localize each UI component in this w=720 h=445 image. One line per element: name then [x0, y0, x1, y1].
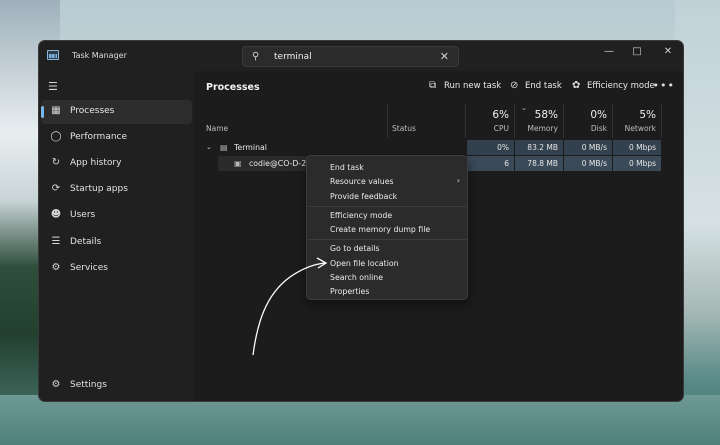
sort-chevron-icon: ⌄: [521, 104, 527, 112]
column-header-status[interactable]: Status: [392, 104, 462, 138]
search-input[interactable]: terminal: [274, 52, 312, 62]
end-task-label: End task: [525, 81, 562, 91]
sidebar-item-settings[interactable]: ⚙ Settings: [41, 374, 192, 398]
startup-icon: ⟳: [51, 183, 61, 194]
memory-label: Memory: [527, 124, 558, 133]
minimize-button[interactable]: —: [599, 44, 619, 60]
details-icon: ☰: [51, 236, 61, 247]
toolbar: Processes ⧉ Run new task ⊘ End task ✿ Ef…: [194, 71, 683, 103]
menu-item-provide-feedback[interactable]: Provide feedback: [330, 192, 397, 201]
menu-divider: [308, 239, 468, 240]
run-new-task-label: Run new task: [444, 81, 502, 91]
menu-item-properties[interactable]: Properties: [330, 287, 369, 296]
sidebar-item-app-history[interactable]: ↻ App history: [41, 152, 192, 176]
sidebar-item-label: Users: [70, 210, 96, 220]
column-header-network[interactable]: 5% Network: [613, 104, 661, 138]
sidebar-item-label: Services: [70, 263, 108, 273]
network-value: 0 Mbps: [613, 140, 661, 155]
table-row[interactable]: ⌄ ▤ Terminal 0% 83.2 MB 0 MB/s 0 Mbps: [194, 140, 683, 155]
sidebar-item-processes[interactable]: ▦ Processes: [41, 100, 192, 124]
cpu-total: 6%: [492, 109, 509, 121]
title-bar: Task Manager ⚲ terminal ✕ — □ ✕: [39, 41, 683, 71]
sidebar-item-performance[interactable]: ◯ Performance: [41, 126, 192, 150]
menu-item-open-file-location[interactable]: Open file location: [330, 259, 399, 268]
search-box[interactable]: ⚲ terminal ✕: [242, 46, 459, 67]
performance-icon: ◯: [50, 131, 62, 142]
network-label: Network: [624, 124, 656, 133]
menu-item-end-task[interactable]: End task: [330, 163, 364, 172]
clear-search-icon[interactable]: ✕: [440, 50, 449, 63]
context-menu: End task Resource values › Provide feedb…: [306, 155, 468, 300]
network-value: 0 Mbps: [613, 156, 661, 171]
maximize-button[interactable]: □: [627, 44, 647, 60]
memory-value: 78.8 MB: [515, 156, 563, 171]
services-icon: ⚙: [51, 262, 61, 273]
column-header-memory[interactable]: ⌄ 58% Memory: [515, 104, 563, 138]
cpu-value: 0%: [467, 140, 514, 155]
task-manager-app-icon: [47, 50, 59, 60]
sidebar-item-services[interactable]: ⚙ Services: [41, 257, 192, 281]
window-title: Task Manager: [72, 51, 127, 60]
end-task-button[interactable]: ⊘ End task: [510, 80, 566, 94]
search-icon: ⚲: [252, 51, 260, 62]
sidebar-item-label: Details: [70, 237, 102, 247]
sidebar-item-label: Settings: [70, 380, 107, 390]
menu-item-go-to-details[interactable]: Go to details: [330, 244, 380, 253]
run-new-task-button[interactable]: ⧉ Run new task: [429, 80, 504, 94]
sidebar-item-label: Startup apps: [70, 184, 128, 194]
efficiency-mode-button[interactable]: ✿ Efficiency mode: [572, 80, 662, 94]
chevron-right-icon: ›: [456, 176, 460, 185]
disk-value: 0 MB/s: [564, 140, 612, 155]
menu-divider: [308, 206, 468, 207]
menu-item-create-memory-dump[interactable]: Create memory dump file: [330, 225, 430, 234]
close-button[interactable]: ✕: [658, 44, 678, 60]
cpu-value: 6: [467, 156, 514, 171]
process-name: Terminal: [234, 143, 267, 152]
terminal-app-icon: ▤: [220, 143, 228, 152]
menu-item-search-online[interactable]: Search online: [330, 273, 383, 282]
column-header-disk[interactable]: 0% Disk: [564, 104, 612, 138]
users-icon: ☻: [50, 209, 62, 220]
annotation-arrow: [252, 257, 328, 356]
disk-label: Disk: [590, 124, 607, 133]
more-options-icon[interactable]: •••: [653, 79, 675, 92]
column-header-cpu[interactable]: 6% CPU: [466, 104, 514, 138]
run-task-icon: ⧉: [429, 80, 437, 91]
column-status-label: Status: [392, 124, 416, 133]
sidebar-item-label: Performance: [70, 132, 128, 142]
gear-icon: ⚙: [51, 379, 61, 390]
page-title: Processes: [206, 82, 260, 93]
history-icon: ↻: [51, 157, 61, 168]
sidebar-item-label: Processes: [70, 106, 115, 116]
process-name: codie@CO-D-2N: [249, 159, 312, 168]
sidebar-item-label: App history: [70, 158, 122, 168]
column-divider: [387, 104, 388, 138]
arrow-line: [252, 262, 326, 356]
disk-total: 0%: [590, 109, 607, 121]
column-divider: [661, 104, 662, 138]
sidebar: ☰ ▦ Processes ◯ Performance ↻ App histor…: [39, 71, 194, 401]
network-total: 5%: [639, 109, 656, 121]
efficiency-mode-label: Efficiency mode: [587, 81, 655, 91]
memory-total: 58%: [534, 109, 558, 121]
memory-value: 83.2 MB: [515, 140, 563, 155]
processes-icon: ▦: [51, 105, 61, 116]
sidebar-item-details[interactable]: ☰ Details: [41, 231, 192, 255]
sidebar-item-startup-apps[interactable]: ⟳ Startup apps: [41, 178, 192, 202]
hamburger-menu-icon[interactable]: ☰: [48, 80, 58, 93]
console-icon: ▣: [234, 159, 242, 168]
end-task-icon: ⊘: [510, 80, 519, 91]
leaf-icon: ✿: [572, 80, 581, 91]
menu-item-efficiency-mode[interactable]: Efficiency mode: [330, 211, 392, 220]
disk-value: 0 MB/s: [564, 156, 612, 171]
menu-item-resource-values[interactable]: Resource values: [330, 177, 394, 186]
collapse-chevron-icon[interactable]: ⌄: [206, 140, 212, 155]
cpu-label: CPU: [493, 124, 509, 133]
column-name-label: Name: [206, 124, 229, 133]
sidebar-item-users[interactable]: ☻ Users: [41, 204, 192, 228]
desktop-wallpaper-bottom: [0, 395, 720, 445]
column-header-name[interactable]: Name: [206, 104, 346, 138]
